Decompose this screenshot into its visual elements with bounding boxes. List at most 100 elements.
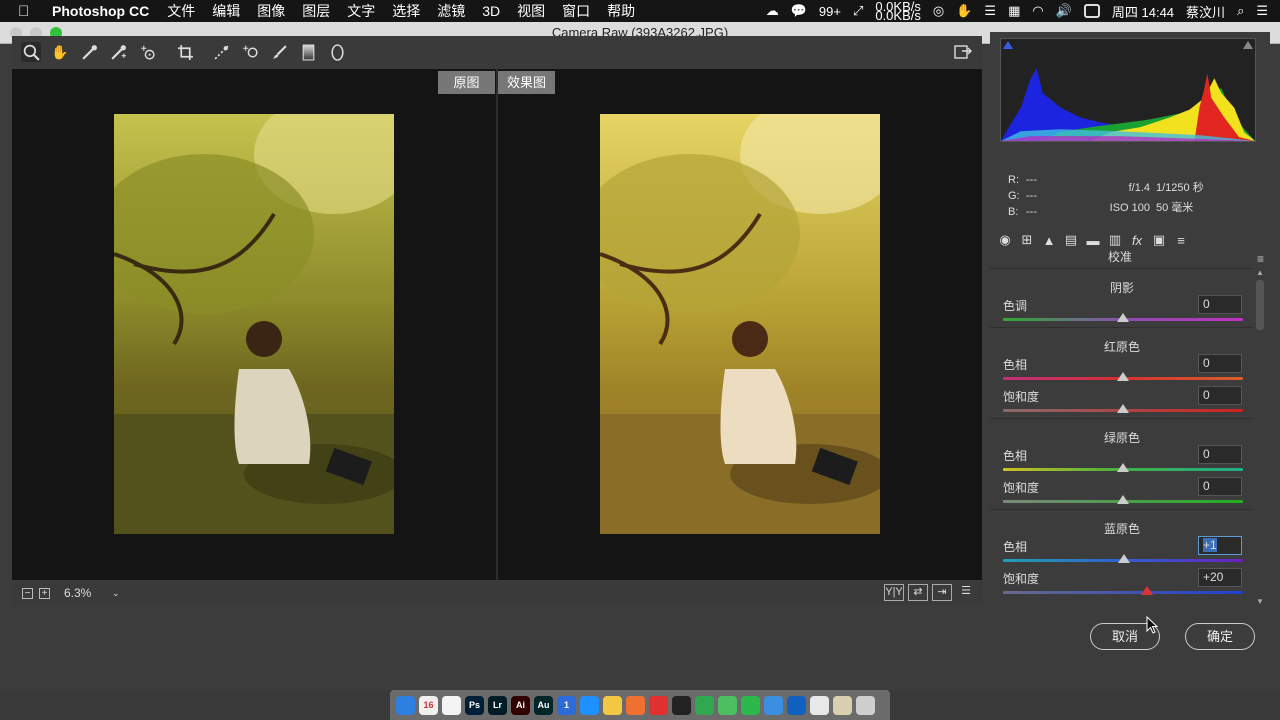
white-balance-tool-icon[interactable] — [79, 42, 99, 62]
notification-count[interactable]: 99+ — [819, 4, 841, 19]
targeted-adjustment-tool-icon[interactable] — [137, 42, 157, 62]
tab-effects-icon[interactable]: fx — [1126, 230, 1148, 250]
clock[interactable]: 周四 14:44 — [1112, 2, 1174, 21]
dock-app-icon[interactable]: Ps — [465, 695, 484, 715]
spotlight-icon[interactable]: ⌕ — [1237, 3, 1244, 19]
before-after-view-icon[interactable]: Y|Y — [884, 584, 904, 601]
ok-button[interactable]: 确定 — [1185, 623, 1255, 650]
menu-image[interactable]: 图像 — [257, 1, 285, 21]
dock-app-icon[interactable] — [695, 695, 714, 715]
tab-hsl-icon[interactable]: ▤ — [1060, 230, 1082, 250]
stack-icon[interactable]: ☰ — [984, 3, 996, 19]
slider-thumb[interactable] — [1141, 586, 1153, 595]
hand-tool-icon[interactable]: ✋ — [50, 42, 70, 62]
preview-area[interactable]: 原图 效果图 — [12, 69, 982, 580]
activity-icon[interactable]: ◎ — [933, 3, 944, 19]
highlight-clipping-icon[interactable] — [1243, 41, 1253, 49]
cloud-icon[interactable]: ☁ — [766, 3, 779, 19]
tab-split-toning-icon[interactable]: ▬ — [1082, 230, 1104, 250]
app-menu[interactable]: Photoshop CC — [52, 3, 149, 19]
scroll-thumb[interactable] — [1256, 280, 1264, 330]
shadow-clipping-icon[interactable] — [1003, 41, 1013, 49]
menu-window[interactable]: 窗口 — [562, 1, 590, 21]
dock-app-icon[interactable]: Ai — [511, 695, 530, 715]
zoom-level[interactable]: 6.3% — [64, 586, 112, 600]
radial-filter-icon[interactable] — [327, 42, 347, 62]
menu-layer[interactable]: 图层 — [302, 1, 330, 21]
scroll-down-icon[interactable]: ▼ — [1256, 597, 1264, 606]
wechat-icon[interactable]: 💬 — [791, 3, 807, 19]
crop-tool-icon[interactable] — [175, 42, 195, 62]
dock-app-icon[interactable]: 16 — [419, 695, 438, 715]
view-settings-icon[interactable]: ☰ — [956, 584, 976, 601]
slider-value-input[interactable]: 0 — [1198, 354, 1242, 373]
dock-app-icon[interactable] — [442, 695, 461, 715]
dock-app-icon[interactable] — [764, 695, 783, 715]
scrollbar[interactable]: ▲ ▼ — [1256, 268, 1264, 606]
menu-select[interactable]: 选择 — [392, 1, 420, 21]
dock-app-icon[interactable] — [741, 695, 760, 715]
expand-icon[interactable]: ⤢ — [853, 3, 863, 19]
grid-icon[interactable]: ▦ — [1008, 3, 1020, 19]
tab-lens-icon[interactable]: ▥ — [1104, 230, 1126, 250]
slider-value-input[interactable]: 0 — [1198, 445, 1242, 464]
brush-tool-icon[interactable] — [269, 42, 289, 62]
apple-icon[interactable]:  — [18, 3, 38, 20]
dock-app-icon[interactable] — [580, 695, 599, 715]
dock-app-icon[interactable] — [787, 695, 806, 715]
slider-track[interactable] — [1003, 591, 1243, 594]
tab-calibration-icon[interactable]: ▣ — [1148, 230, 1170, 250]
s-app-icon[interactable] — [1083, 4, 1100, 18]
zoom-tool-icon[interactable] — [21, 42, 41, 62]
spot-removal-tool-icon[interactable] — [240, 42, 260, 62]
slider-thumb[interactable] — [1117, 313, 1129, 322]
slider-value-input[interactable]: 0 — [1198, 295, 1242, 314]
menu-edit[interactable]: 编辑 — [212, 1, 240, 21]
dock-app-icon[interactable] — [856, 695, 875, 715]
dock-app-icon[interactable] — [649, 695, 668, 715]
tab-basic-icon[interactable]: ◉ — [994, 230, 1016, 250]
slider-thumb[interactable] — [1117, 463, 1129, 472]
dock-app-icon[interactable] — [603, 695, 622, 715]
graduated-filter-icon[interactable] — [298, 42, 318, 62]
slider-thumb[interactable] — [1117, 372, 1129, 381]
swap-settings-icon[interactable]: ⇄ — [908, 584, 928, 601]
dock-app-icon[interactable] — [672, 695, 691, 715]
hand-status-icon[interactable]: ✋ — [956, 3, 972, 19]
dock-app-icon[interactable] — [626, 695, 645, 715]
slider-value-input[interactable]: 0 — [1198, 477, 1242, 496]
slider-value-input[interactable]: +20 — [1198, 568, 1242, 587]
dock-app-icon[interactable]: Au — [534, 695, 553, 715]
menu-type[interactable]: 文字 — [347, 1, 375, 21]
panel-menu-icon[interactable]: ≡ — [1257, 252, 1264, 266]
dock-app-icon[interactable] — [833, 695, 852, 715]
open-preferences-icon[interactable] — [954, 42, 974, 62]
volume-icon[interactable]: 🔊 — [1056, 3, 1072, 19]
zoom-in-button[interactable]: + — [39, 587, 50, 599]
color-sampler-tool-icon[interactable] — [108, 42, 128, 62]
chevron-down-icon[interactable]: ⌄ — [112, 588, 120, 599]
menu-help[interactable]: 帮助 — [607, 1, 635, 21]
menu-filter[interactable]: 滤镜 — [437, 1, 465, 21]
menu-view[interactable]: 视图 — [517, 1, 545, 21]
tab-detail-icon[interactable]: ▲ — [1038, 230, 1060, 250]
dock-app-icon[interactable] — [718, 695, 737, 715]
zoom-out-button[interactable]: − — [22, 587, 33, 599]
slider-thumb[interactable] — [1117, 404, 1129, 413]
slider-thumb[interactable] — [1117, 554, 1130, 563]
dock-app-icon[interactable] — [396, 695, 415, 715]
slider-thumb[interactable] — [1117, 495, 1129, 504]
tab-presets-icon[interactable]: ≡ — [1170, 230, 1192, 250]
slider-value-input[interactable]: +1 — [1198, 536, 1242, 555]
dock-app-icon[interactable]: Lr — [488, 695, 507, 715]
notification-center-icon[interactable]: ☰ — [1256, 3, 1268, 19]
slider-value-input[interactable]: 0 — [1198, 386, 1242, 405]
dock-app-icon[interactable]: 1 — [557, 695, 576, 715]
user-name[interactable]: 蔡汶川 — [1186, 2, 1225, 21]
menu-file[interactable]: 文件 — [167, 1, 195, 21]
wifi-icon[interactable]: ◠ — [1032, 3, 1043, 19]
scroll-up-icon[interactable]: ▲ — [1256, 268, 1264, 277]
menu-3d[interactable]: 3D — [482, 3, 500, 19]
straighten-tool-icon[interactable] — [211, 42, 231, 62]
copy-settings-icon[interactable]: ⇥ — [932, 584, 952, 601]
